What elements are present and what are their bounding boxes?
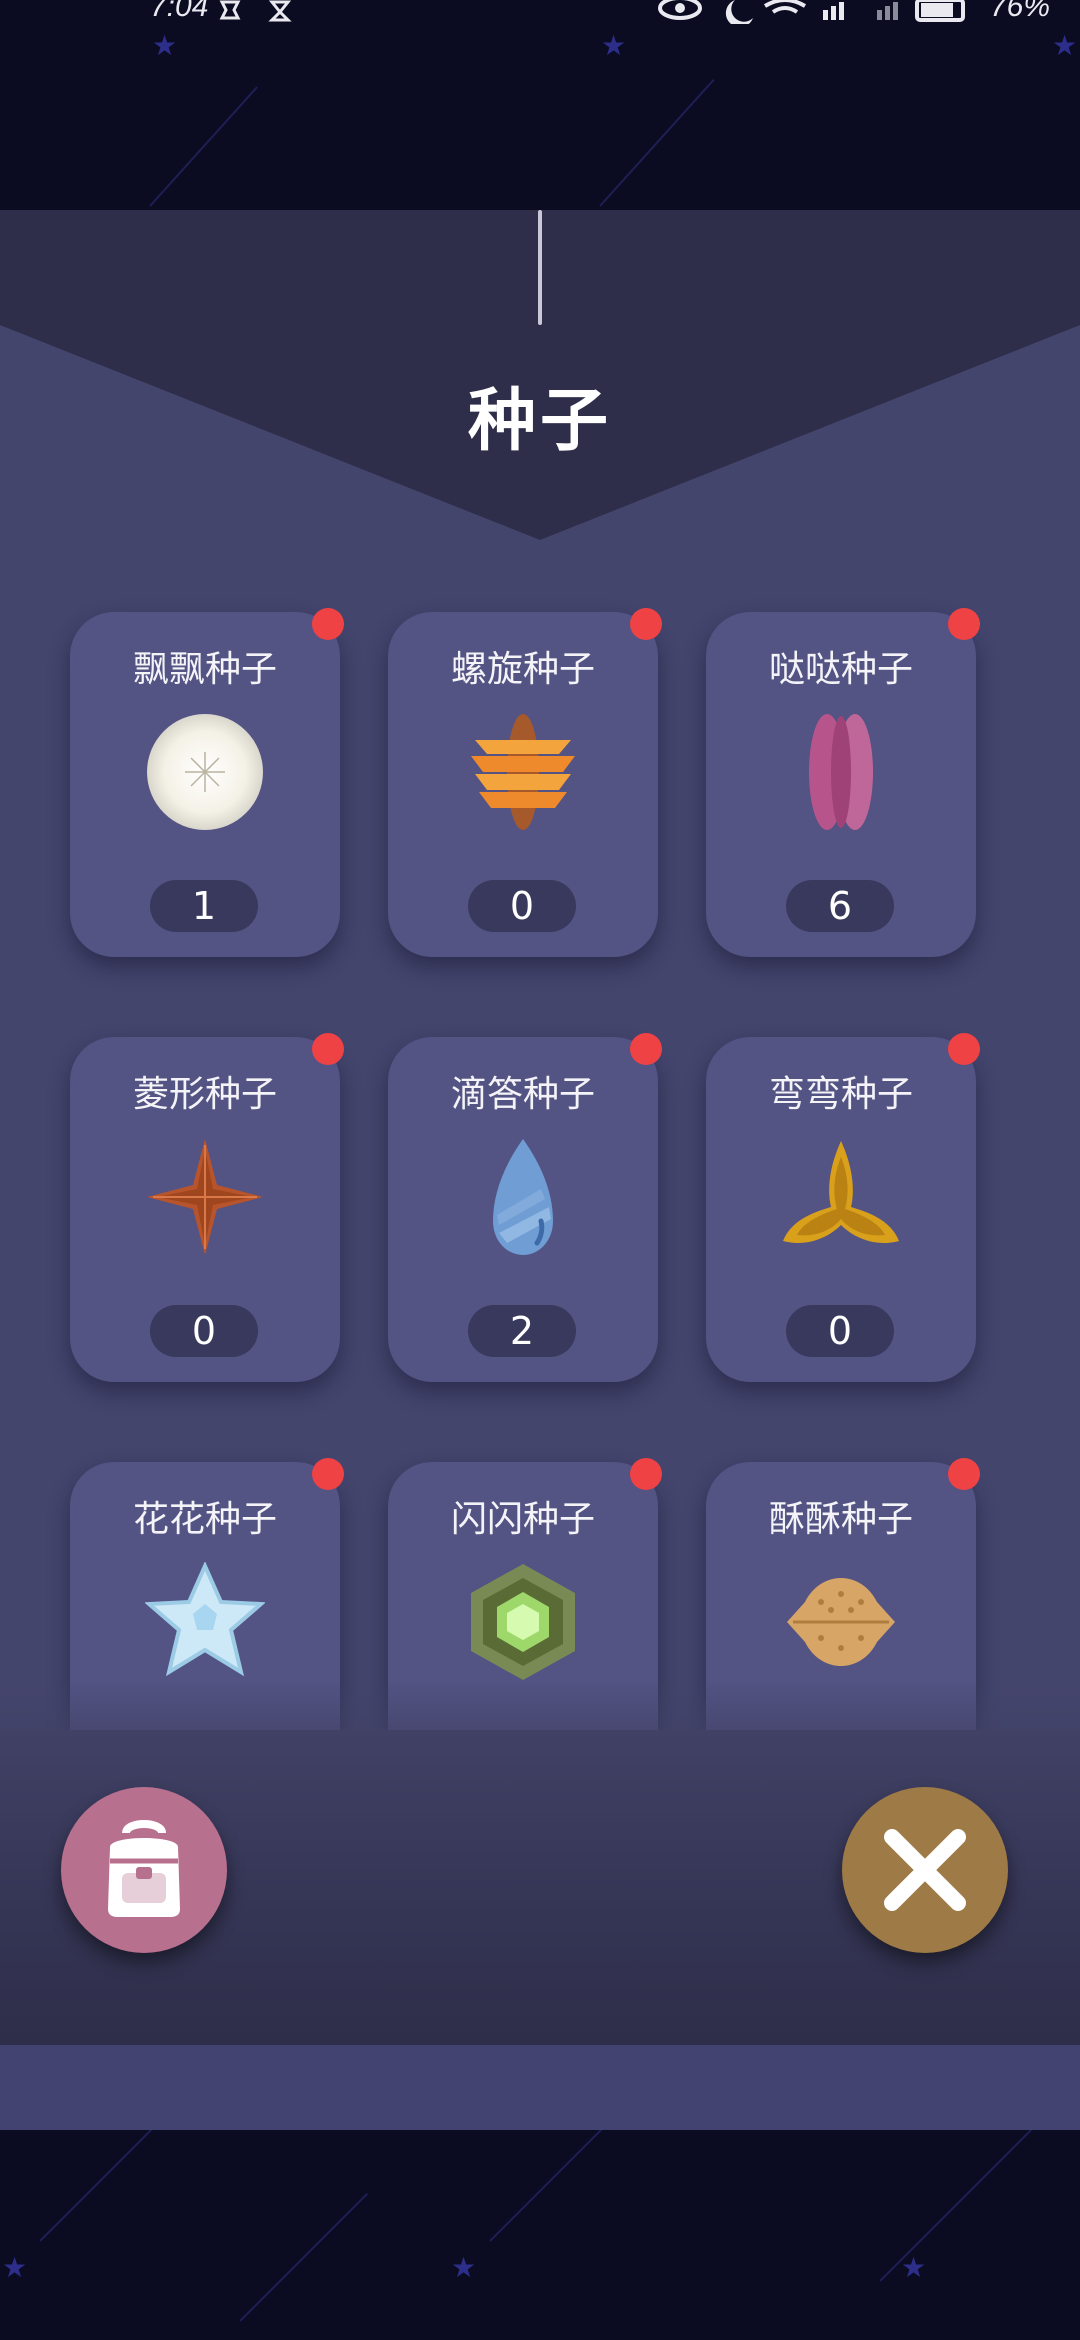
notification-dot — [948, 1458, 980, 1490]
star-decoration: ★ — [901, 2251, 927, 2284]
seed-count: 0 — [786, 1305, 894, 1357]
tri-wing-seed-icon — [783, 1141, 899, 1244]
game-screen: ★ ★ ★ ★ ★ ★ 7:04 76% 种子 飘飘种子 1 螺旋种子 0 哒哒… — [0, 0, 1080, 2340]
seed-card[interactable]: 滴答种子 2 — [388, 1033, 662, 1382]
seed-name: 闪闪种子 — [450, 1499, 595, 1540]
seed-count: 0 — [150, 1305, 258, 1357]
close-icon — [884, 1829, 966, 1911]
star-decoration: ★ — [451, 2251, 477, 2284]
seed-card[interactable]: 哒哒种子 6 — [706, 608, 980, 957]
seed-count: 0 — [468, 880, 576, 932]
background-streak — [149, 86, 258, 207]
seed-name: 弯弯种子 — [768, 1074, 913, 1115]
diamond-seed-icon — [147, 1139, 263, 1255]
notification-dot — [630, 608, 662, 640]
spiral-seed-icon — [471, 714, 575, 830]
seed-card[interactable]: 螺旋种子 0 — [388, 608, 662, 957]
status-icons — [219, 0, 292, 22]
notification-dot — [630, 1033, 662, 1065]
flower-seed-icon — [145, 1562, 265, 1677]
backpack-button[interactable] — [61, 1787, 227, 1953]
notification-dot — [630, 1458, 662, 1490]
panel-bottom-strip — [0, 2045, 1080, 2130]
seed-name: 螺旋种子 — [450, 649, 595, 690]
seed-card[interactable]: 弯弯种子 0 — [706, 1033, 980, 1382]
seed-count: 6 — [786, 880, 894, 932]
notification-dot — [312, 608, 344, 640]
seed-name: 哒哒种子 — [768, 649, 913, 690]
seed-count: 2 — [468, 1305, 576, 1357]
background-streak — [599, 78, 715, 207]
seed-name: 酥酥种子 — [768, 1499, 913, 1540]
seed-name: 菱形种子 — [132, 1074, 277, 1115]
drop-seed-icon — [493, 1139, 553, 1255]
status-time: 7:04 — [150, 0, 209, 23]
pod-seed-icon — [809, 714, 873, 830]
seed-card[interactable]: 菱形种子 0 — [70, 1033, 344, 1382]
backpack-icon — [108, 1820, 180, 1917]
seed-name: 花花种子 — [132, 1499, 277, 1540]
star-decoration: ★ — [601, 29, 627, 62]
page-title: 种子 — [467, 382, 612, 461]
seed-count: 1 — [150, 880, 258, 932]
star-decoration: ★ — [152, 29, 178, 62]
background-streak — [239, 2193, 368, 2322]
star-decoration: ★ — [1052, 29, 1078, 62]
close-button[interactable] — [842, 1787, 1008, 1953]
seed-name: 滴答种子 — [450, 1074, 595, 1115]
walnut-seed-icon — [787, 1578, 895, 1666]
dandelion-seed-icon — [147, 714, 263, 830]
notification-dot — [312, 1033, 344, 1065]
seed-card[interactable]: 飘飘种子 1 — [70, 608, 344, 957]
status-indicators — [658, 0, 965, 24]
hexagon-seed-icon — [471, 1564, 575, 1680]
star-decoration: ★ — [2, 2251, 28, 2284]
notification-dot — [948, 1033, 980, 1065]
hanging-stem — [538, 210, 542, 325]
seed-name: 飘飘种子 — [132, 649, 277, 690]
status-bar: 7:04 76% — [0, 0, 1080, 28]
battery-level: 76% — [990, 0, 1051, 23]
notification-dot — [948, 608, 980, 640]
notification-dot — [312, 1458, 344, 1490]
